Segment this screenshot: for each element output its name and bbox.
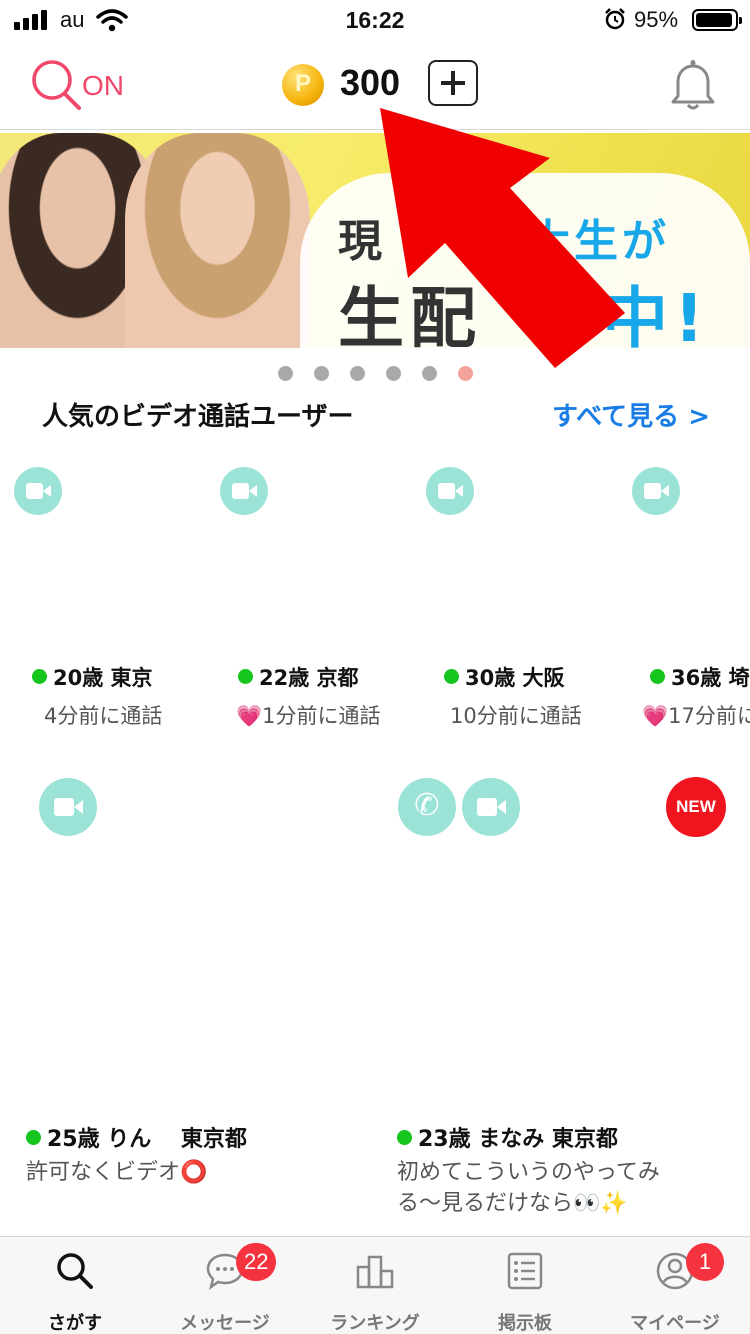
carousel-dot-active[interactable] xyxy=(458,366,473,381)
carousel-dot[interactable] xyxy=(386,366,401,381)
podium-icon xyxy=(356,1255,394,1289)
phone-call-icon[interactable]: ✆ xyxy=(398,778,456,836)
red-arrow-overlay xyxy=(380,108,625,368)
battery-icon xyxy=(692,9,742,31)
carousel-indicator xyxy=(278,366,478,382)
card-name-1[interactable]: 25歳 りん 東京都 xyxy=(26,1121,247,1153)
tab-bar: さがす 22 メッセージ ランキング 掲示板 1 マイページ xyxy=(0,1236,750,1334)
online-indicator xyxy=(650,669,665,684)
last-call-label: 💗17分前に xyxy=(642,704,750,728)
user-card-1[interactable]: 20歳 東京 xyxy=(32,662,153,692)
online-indicator xyxy=(32,669,47,684)
bell-icon[interactable] xyxy=(668,58,718,112)
see-all-link[interactable]: すべて見る > xyxy=(552,396,710,433)
search-status-label: ON xyxy=(82,70,124,101)
last-call-label: 4分前に通話 xyxy=(44,704,163,728)
carousel-dot[interactable] xyxy=(314,366,329,381)
tab-messages[interactable]: 22 メッセージ xyxy=(150,1237,300,1334)
mypage-badge: 1 xyxy=(686,1243,724,1281)
card-description-2: 初めてこういうのやってみる〜見るだけなら👀✨ xyxy=(397,1160,660,1216)
online-indicator xyxy=(26,1130,41,1145)
video-call-icon[interactable] xyxy=(426,467,474,515)
card-description-1: 許可なくビデオ⭕ xyxy=(26,1160,208,1185)
banner-photo-2 xyxy=(125,133,310,348)
status-bar: au 16:22 95% xyxy=(0,0,750,40)
heart-icon: 💗 xyxy=(642,704,669,728)
search-icon xyxy=(32,60,81,110)
tab-mypage[interactable]: 1 マイページ xyxy=(600,1237,750,1334)
online-indicator xyxy=(397,1130,412,1145)
section-title: 人気のビデオ通話ユーザー xyxy=(42,402,354,432)
video-call-icon[interactable] xyxy=(220,467,268,515)
video-call-icon[interactable] xyxy=(39,778,97,836)
new-badge: NEW xyxy=(666,777,726,837)
tab-board[interactable]: 掲示板 xyxy=(450,1237,600,1334)
search-icon xyxy=(57,1253,93,1289)
carousel-dot[interactable] xyxy=(422,366,437,381)
tab-ranking[interactable]: ランキング xyxy=(300,1237,450,1334)
carousel-dot[interactable] xyxy=(350,366,365,381)
tab-search[interactable]: さがす xyxy=(0,1237,150,1334)
online-indicator xyxy=(444,669,459,684)
battery-percent: 95% xyxy=(634,7,679,32)
online-indicator xyxy=(238,669,253,684)
board-icon xyxy=(507,1252,543,1290)
alarm-icon xyxy=(605,8,625,30)
heart-icon: 💗 xyxy=(236,704,263,728)
card-name-2[interactable]: 23歳 まなみ 東京都 xyxy=(397,1121,618,1153)
search-toggle-button[interactable]: ON xyxy=(30,58,140,114)
last-call-label: 10分前に通話 xyxy=(450,704,582,728)
last-call-label: 💗1分前に通話 xyxy=(236,704,381,728)
user-card-3[interactable]: 30歳 大阪 xyxy=(444,662,565,692)
user-card-2[interactable]: 22歳 京都 xyxy=(238,662,359,692)
video-call-icon[interactable] xyxy=(462,778,520,836)
coin-icon: P xyxy=(282,64,324,106)
video-call-icon[interactable] xyxy=(632,467,680,515)
carousel-dot[interactable] xyxy=(278,366,293,381)
user-card-4[interactable]: 36歳 埼 xyxy=(650,662,750,692)
messages-badge: 22 xyxy=(236,1243,277,1281)
video-call-icon[interactable] xyxy=(14,467,62,515)
